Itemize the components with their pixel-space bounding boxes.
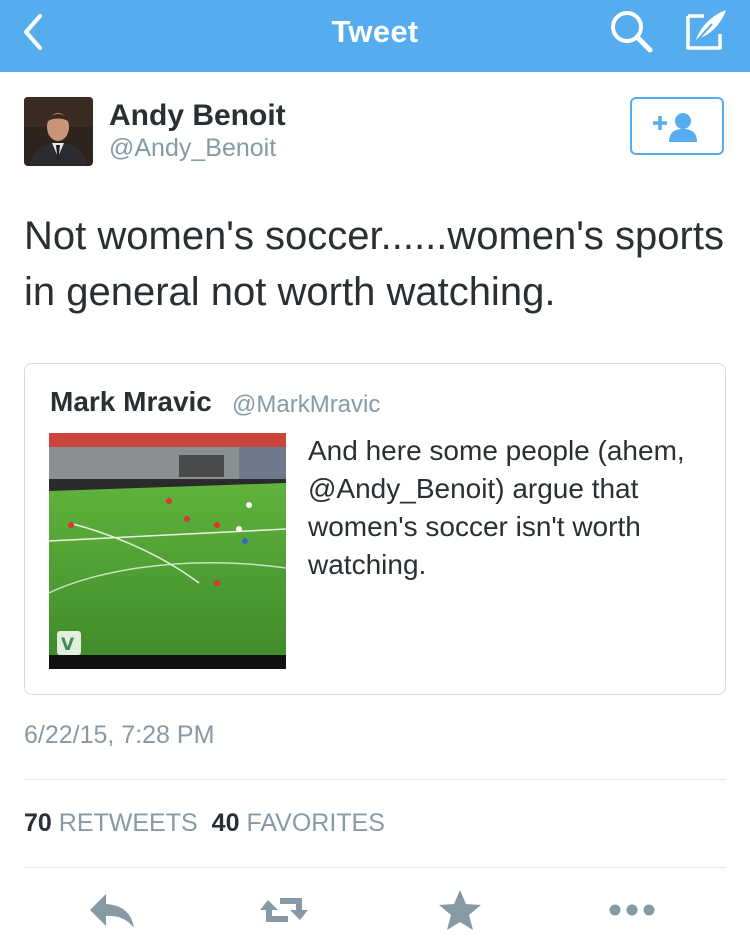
divider <box>24 779 726 780</box>
compose-icon[interactable] <box>682 6 730 54</box>
author-name[interactable]: Andy Benoit <box>109 99 286 133</box>
favorite-label: FAVORITES <box>246 809 385 837</box>
soccer-field-image: V <box>49 433 286 669</box>
avatar[interactable] <box>24 97 93 166</box>
favorite-star-icon[interactable] <box>434 888 486 932</box>
quoted-tweet-card[interactable]: Mark Mravic @MarkMravic V And here some … <box>24 363 726 695</box>
tweet-timestamp: 6/22/15, 7:28 PM <box>24 721 215 749</box>
quoted-author-name: Mark Mravic <box>50 386 212 417</box>
favorite-count: 40 <box>211 809 240 837</box>
tweet-stats: 70 RETWEETS 40 FAVORITES <box>24 809 385 838</box>
retweets-stat[interactable]: 70 RETWEETS <box>24 809 198 837</box>
author-handle[interactable]: @Andy_Benoit <box>109 134 276 163</box>
retweet-icon[interactable] <box>258 888 310 932</box>
add-user-icon <box>653 113 697 142</box>
quoted-author-handle: @MarkMravic <box>232 391 381 418</box>
follow-button[interactable] <box>630 97 724 155</box>
nav-bar: Tweet <box>0 0 750 72</box>
divider <box>24 867 726 868</box>
favorites-stat[interactable]: 40 FAVORITES <box>212 809 385 837</box>
retweet-label: RETWEETS <box>58 809 198 837</box>
tweet-text: Not women's soccer......women's sports i… <box>24 214 724 314</box>
quoted-tweet-text: And here some people (ahem, @Andy_Benoit… <box>308 435 685 580</box>
quoted-media-thumbnail[interactable]: V <box>49 433 286 669</box>
retweet-count: 70 <box>24 809 52 837</box>
more-icon[interactable] <box>606 888 658 932</box>
svg-text:V: V <box>61 635 75 655</box>
search-icon[interactable] <box>608 8 654 54</box>
avatar-image <box>24 97 93 166</box>
reply-icon[interactable] <box>86 888 138 932</box>
